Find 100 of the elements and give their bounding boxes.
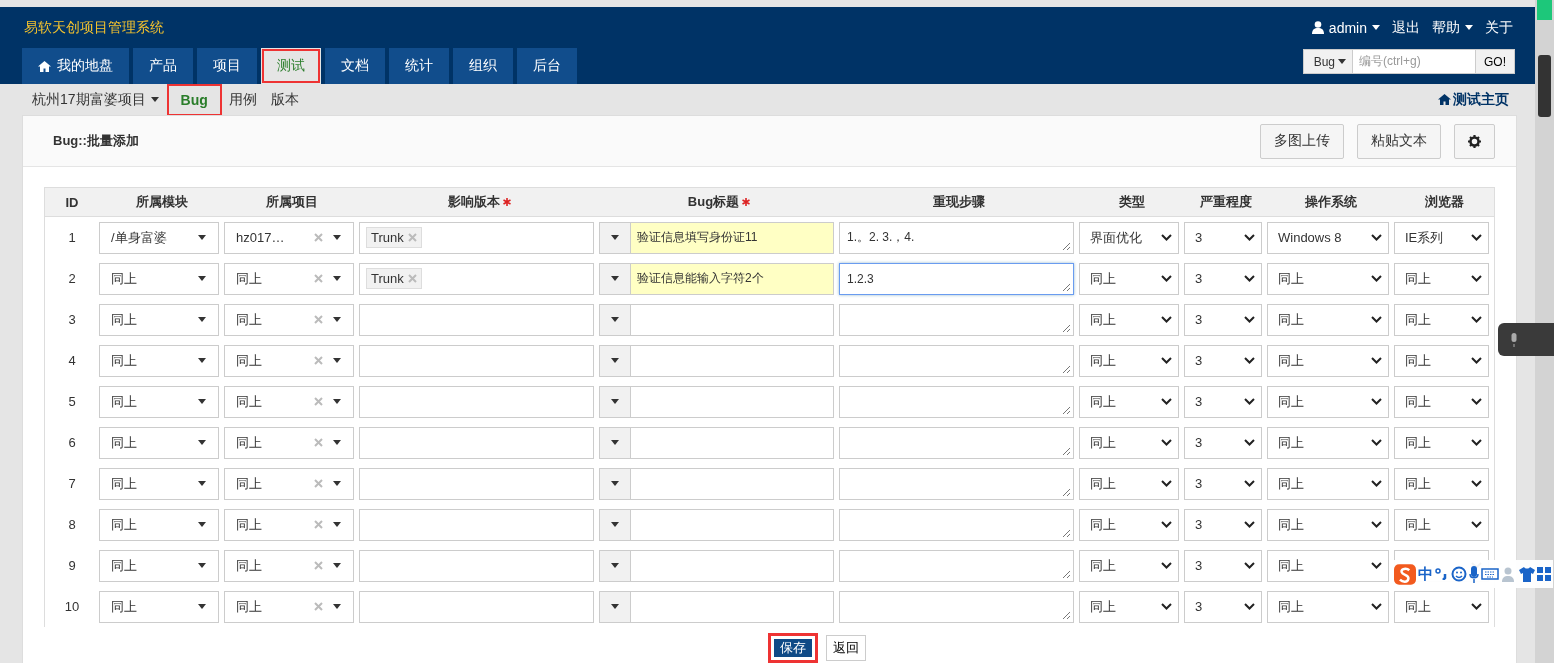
os-select[interactable]: 同上 <box>1267 303 1389 336</box>
version-field[interactable] <box>359 467 594 500</box>
nav-tab[interactable]: 后台 <box>517 48 577 84</box>
nav-tab[interactable]: 产品 <box>133 48 193 84</box>
browser-select[interactable]: 同上 <box>1394 303 1489 336</box>
browser-select[interactable]: 同上 <box>1394 590 1489 623</box>
version-field[interactable] <box>359 426 594 459</box>
type-select[interactable]: 同上 <box>1079 508 1179 541</box>
os-select[interactable]: 同上 <box>1267 385 1389 418</box>
browser-select[interactable]: 同上 <box>1394 344 1489 377</box>
os-select[interactable]: 同上 <box>1267 508 1389 541</box>
clear-icon[interactable] <box>314 315 323 324</box>
severity-select[interactable]: 3 <box>1184 385 1262 418</box>
subnav-link[interactable]: Bug <box>168 85 220 114</box>
steps-field[interactable]: 1.。2. 3.，4. <box>839 221 1074 254</box>
title-menu-button[interactable] <box>599 385 630 418</box>
version-field[interactable] <box>359 385 594 418</box>
browser-select[interactable]: 同上 <box>1394 426 1489 459</box>
title-field[interactable] <box>630 303 834 336</box>
title-menu-button[interactable] <box>599 426 630 459</box>
module-select[interactable]: 同上 <box>99 467 219 500</box>
clear-icon[interactable] <box>314 561 323 570</box>
clear-icon[interactable] <box>314 602 323 611</box>
resize-grip-icon[interactable] <box>1062 323 1071 333</box>
module-select[interactable]: 同上 <box>99 385 219 418</box>
title-field[interactable] <box>630 467 834 500</box>
os-select[interactable]: 同上 <box>1267 262 1389 295</box>
type-select[interactable]: 界面优化 <box>1079 221 1179 254</box>
project-select[interactable]: 同上 <box>224 344 354 377</box>
test-home-link[interactable]: 测试主页 <box>1438 90 1509 109</box>
module-select[interactable]: 同上 <box>99 590 219 623</box>
project-select[interactable]: hz017… <box>224 221 354 254</box>
type-select[interactable]: 同上 <box>1079 549 1179 582</box>
steps-field[interactable] <box>839 590 1074 623</box>
steps-field[interactable] <box>839 344 1074 377</box>
project-switcher[interactable]: 杭州17期富婆项目 <box>32 90 159 109</box>
scrollbar-thumb[interactable] <box>1538 55 1551 117</box>
browser-select[interactable]: 同上 <box>1394 467 1489 500</box>
title-field[interactable]: 验证信息填写身份证11 <box>630 221 834 254</box>
title-menu-button[interactable] <box>599 508 630 541</box>
title-field[interactable] <box>630 508 834 541</box>
header-link[interactable]: 退出 <box>1392 18 1420 37</box>
resize-grip-icon[interactable] <box>1062 446 1071 456</box>
search-type-select[interactable]: Bug <box>1302 49 1353 74</box>
severity-select[interactable]: 3 <box>1184 508 1262 541</box>
steps-field[interactable] <box>839 508 1074 541</box>
go-button[interactable]: GO! <box>1476 49 1515 74</box>
module-select[interactable]: 同上 <box>99 426 219 459</box>
version-field[interactable] <box>359 590 594 623</box>
type-select[interactable]: 同上 <box>1079 590 1179 623</box>
save-button[interactable]: 保存 <box>768 633 818 663</box>
clear-icon[interactable] <box>314 479 323 488</box>
title-menu-button[interactable] <box>599 467 630 500</box>
steps-field[interactable] <box>839 426 1074 459</box>
user-menu[interactable]: admin <box>1311 18 1380 37</box>
severity-select[interactable]: 3 <box>1184 590 1262 623</box>
version-tag[interactable]: Trunk <box>366 268 422 289</box>
resize-grip-icon[interactable] <box>1062 282 1071 292</box>
title-field[interactable] <box>630 590 834 623</box>
project-select[interactable]: 同上 <box>224 467 354 500</box>
title-menu-button[interactable] <box>599 262 630 295</box>
os-select[interactable]: Windows 8 <box>1267 221 1389 254</box>
nav-tab[interactable]: 我的地盘 <box>22 48 129 84</box>
type-select[interactable]: 同上 <box>1079 344 1179 377</box>
type-select[interactable]: 同上 <box>1079 385 1179 418</box>
os-select[interactable]: 同上 <box>1267 590 1389 623</box>
browser-select[interactable]: 同上 <box>1394 385 1489 418</box>
nav-tab[interactable]: 项目 <box>197 48 257 84</box>
severity-select[interactable]: 3 <box>1184 549 1262 582</box>
resize-grip-icon[interactable] <box>1062 569 1071 579</box>
header-link[interactable]: 关于 <box>1485 18 1513 37</box>
title-field[interactable] <box>630 426 834 459</box>
header-link[interactable]: 帮助 <box>1432 18 1473 37</box>
remove-icon[interactable] <box>407 274 417 283</box>
module-select[interactable]: 同上 <box>99 262 219 295</box>
title-menu-button[interactable] <box>599 549 630 582</box>
nav-tab[interactable]: 测试 <box>261 48 321 84</box>
module-select[interactable]: 同上 <box>99 344 219 377</box>
toolbar-button[interactable]: 多图上传 <box>1260 123 1344 159</box>
title-menu-button[interactable] <box>599 303 630 336</box>
subnav-link[interactable]: 用例 <box>223 84 262 115</box>
clear-icon[interactable] <box>314 397 323 406</box>
severity-select[interactable]: 3 <box>1184 262 1262 295</box>
clear-icon[interactable] <box>314 520 323 529</box>
settings-button[interactable] <box>1454 123 1495 159</box>
title-menu-button[interactable] <box>599 221 630 254</box>
severity-select[interactable]: 3 <box>1184 221 1262 254</box>
severity-select[interactable]: 3 <box>1184 344 1262 377</box>
title-field[interactable] <box>630 549 834 582</box>
project-select[interactable]: 同上 <box>224 426 354 459</box>
version-field[interactable] <box>359 344 594 377</box>
module-select[interactable]: /单身富婆 <box>99 221 219 254</box>
title-menu-button[interactable] <box>599 344 630 377</box>
resize-grip-icon[interactable] <box>1062 487 1071 497</box>
back-button[interactable]: 返回 <box>826 635 866 661</box>
nav-tab[interactable]: 统计 <box>389 48 449 84</box>
nav-tab[interactable]: 组织 <box>453 48 513 84</box>
type-select[interactable]: 同上 <box>1079 303 1179 336</box>
module-select[interactable]: 同上 <box>99 549 219 582</box>
project-select[interactable]: 同上 <box>224 508 354 541</box>
